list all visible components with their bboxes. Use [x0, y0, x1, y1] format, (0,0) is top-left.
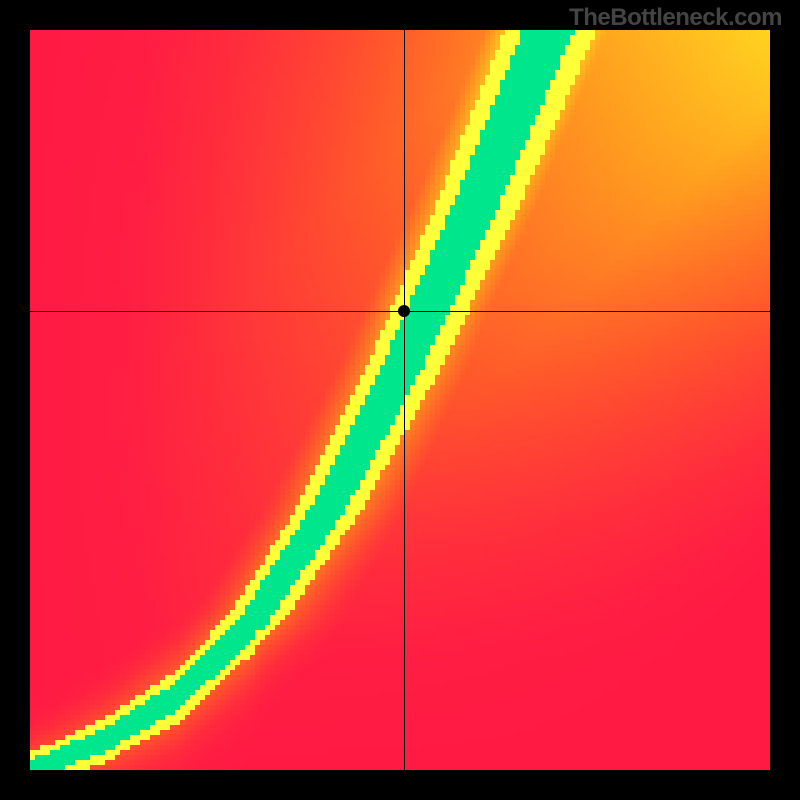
heatmap-canvas [30, 30, 770, 770]
data-point-marker [398, 305, 410, 317]
crosshair-vertical [404, 30, 405, 770]
watermark-text: TheBottleneck.com [569, 4, 782, 32]
heatmap-plot [30, 30, 770, 770]
